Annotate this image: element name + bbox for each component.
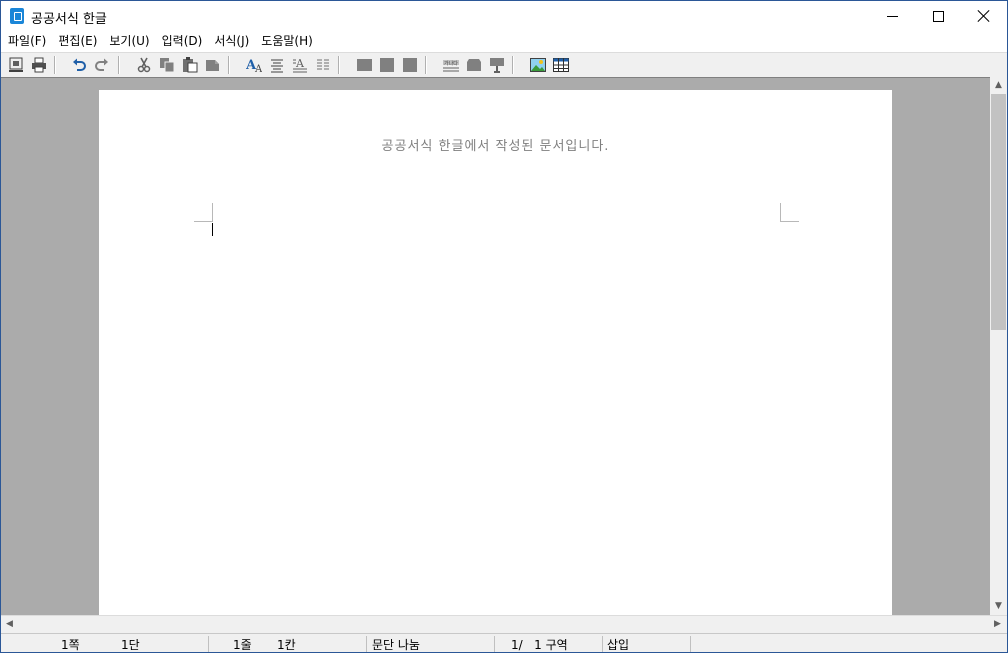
document-page[interactable]: 공공서식 한글에서 작성된 문서입니다. (99, 90, 892, 620)
menu-edit[interactable]: 편집(E) (52, 31, 103, 51)
vertical-scrollbar[interactable]: ▲ ▼ (990, 77, 1007, 615)
status-bar: 1쪽 1단 1줄 1칸 문단 나눔 1/ 1 구역 삽입 (1, 633, 1007, 652)
status-paragraph-break: 문단 나눔 (372, 638, 420, 652)
document-workspace: 공공서식 한글에서 작성된 문서입니다. (1, 77, 990, 620)
scroll-up-arrow-icon[interactable]: ▲ (990, 77, 1007, 94)
app-window: 공공서식 한글 파일(F) 편집(E) 보기(U) 입력(D) 서식(J) 도움… (0, 0, 1008, 653)
status-page: 1쪽 (61, 638, 80, 652)
toolbar-separator (118, 56, 120, 74)
status-separator (690, 636, 691, 652)
copy-icon[interactable] (159, 57, 175, 73)
status-separator (602, 636, 603, 652)
table-disabled-icon[interactable] (356, 57, 372, 73)
style-icon[interactable]: A (292, 57, 308, 73)
scroll-right-arrow-icon[interactable]: ▶ (989, 616, 1006, 633)
table-insert-icon[interactable] (553, 57, 569, 73)
app-icon (10, 8, 24, 24)
horizontal-scrollbar[interactable]: ◀ ▶ (1, 615, 1007, 633)
menu-view[interactable]: 보기(U) (103, 31, 155, 51)
box-disabled-icon[interactable] (379, 57, 395, 73)
print-icon[interactable] (31, 57, 47, 73)
status-separator (366, 636, 367, 652)
menu-format[interactable]: 서식(J) (208, 31, 255, 51)
cut-icon[interactable] (136, 57, 152, 73)
status-insert-mode[interactable]: 삽입 (607, 636, 629, 652)
text-caret (212, 223, 213, 236)
chart-disabled-glyph (403, 58, 417, 72)
margin-corner-top-right (780, 203, 799, 222)
margin-corner-top-left (194, 203, 213, 222)
minimize-icon (886, 15, 898, 17)
paste-icon[interactable] (182, 57, 198, 73)
table-disabled-glyph (356, 59, 372, 71)
menu-file[interactable]: 파일(F) (2, 31, 52, 51)
close-icon (978, 10, 990, 22)
toolbar-separator (54, 56, 56, 74)
para-shape-icon[interactable] (269, 57, 285, 73)
menu-help[interactable]: 도움말(H) (255, 31, 319, 51)
image-insert-icon[interactable] (530, 57, 546, 73)
svg-text:가나다: 가나다 (444, 60, 458, 67)
status-column: 1단 (121, 638, 140, 652)
chart-disabled-icon[interactable] (402, 57, 418, 73)
print-preview-icon[interactable] (8, 57, 24, 73)
text-field-icon[interactable]: 가나다 (443, 57, 459, 73)
toolbar-separator (338, 56, 340, 74)
menu-insert[interactable]: 입력(D) (156, 31, 209, 51)
vertical-scroll-thumb[interactable] (991, 94, 1006, 330)
char-shape-icon[interactable]: AA (246, 57, 262, 73)
box-disabled-glyph (380, 58, 394, 72)
toolbar-separator (512, 56, 514, 74)
undo-icon[interactable] (71, 57, 87, 73)
minimize-button[interactable] (869, 1, 915, 31)
close-button[interactable] (961, 1, 1007, 31)
title-bar[interactable]: 공공서식 한글 (1, 1, 1007, 31)
status-char: 1칸 (277, 638, 296, 652)
toolbar-separator (425, 56, 427, 74)
columns-icon[interactable] (315, 57, 331, 73)
format-painter-icon[interactable] (205, 57, 221, 73)
menu-bar: 파일(F) 편집(E) 보기(U) 입력(D) 서식(J) 도움말(H) (1, 31, 1007, 51)
toolbar-separator (228, 56, 230, 74)
toolbar: AA A 가나다 (1, 52, 1007, 78)
scroll-left-arrow-icon[interactable]: ◀ (1, 616, 18, 633)
svg-text:A: A (295, 57, 305, 70)
status-separator (208, 636, 209, 652)
maximize-button[interactable] (915, 1, 961, 31)
status-section: 1/ 1 구역 (511, 638, 568, 652)
status-line: 1줄 (233, 638, 252, 652)
maximize-icon (932, 10, 944, 22)
document-notice: 공공서식 한글에서 작성된 문서입니다. (381, 139, 610, 154)
draw-icon[interactable] (489, 57, 505, 73)
scroll-down-arrow-icon[interactable]: ▼ (990, 598, 1007, 615)
redo-icon[interactable] (94, 57, 110, 73)
window-title: 공공서식 한글 (31, 12, 107, 27)
shape-icon[interactable] (466, 57, 482, 73)
status-separator (494, 636, 495, 652)
svg-text:A: A (254, 64, 262, 73)
